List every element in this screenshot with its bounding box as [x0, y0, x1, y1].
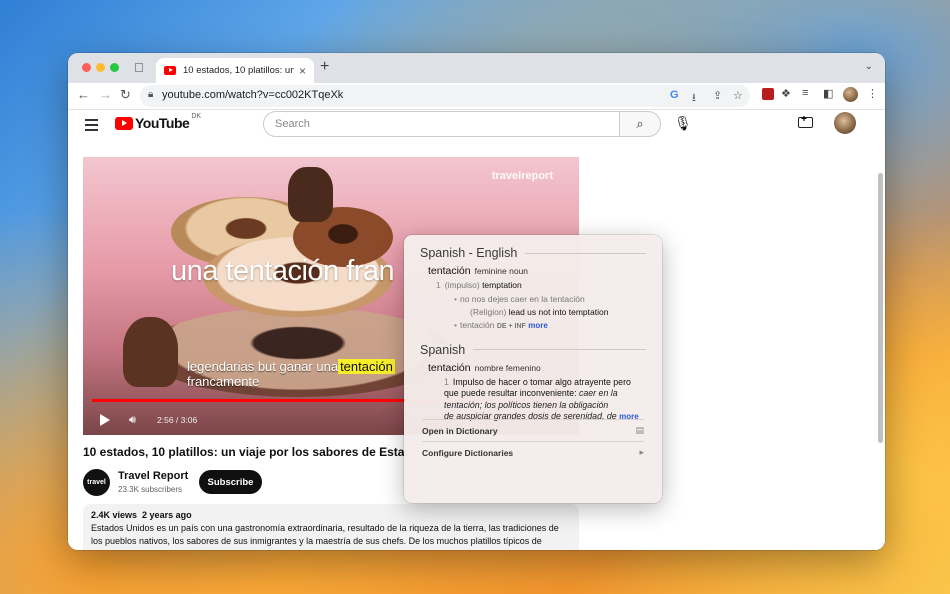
chevron-circle-icon: ▸: [639, 447, 644, 457]
close-window-button[interactable]: [82, 63, 91, 72]
account-avatar[interactable]: [834, 112, 856, 134]
channel-avatar[interactable]: travel: [83, 469, 110, 496]
dictionary-extension-icon[interactable]: [762, 88, 774, 100]
open-in-dictionary-button[interactable]: Open in Dictionary ▤: [422, 419, 644, 441]
reload-icon[interactable]: ↻: [120, 87, 131, 103]
country-code: DK: [191, 112, 202, 120]
video-frame-figure: [288, 167, 333, 222]
tab-title: 10 estados, 10 platillos: un viaje por l…: [183, 65, 294, 76]
bookmark-star-icon[interactable]: ☆: [733, 89, 743, 102]
tab-search-chevron-icon[interactable]: ⌄: [865, 61, 873, 72]
play-icon[interactable]: [100, 414, 110, 426]
more-menu-icon[interactable]: ⋮: [867, 87, 878, 100]
video-title: 10 estados, 10 platillos: un viaje por l…: [83, 445, 408, 459]
apple-pinned-tab-icon[interactable]: : [134, 60, 144, 75]
dictionary-sense: 1 (impulso) temptation: [436, 280, 522, 290]
youtube-favicon-icon: [164, 66, 176, 75]
channel-name[interactable]: Travel Report: [118, 470, 188, 482]
microphone-icon[interactable]: 🎙︎: [674, 115, 692, 132]
install-app-icon[interactable]: ⭳: [692, 89, 696, 108]
dictionary-popover: Spanish - English tentación feminine noun…: [404, 235, 662, 503]
dictionary-example: • tentación DE + INF more: [454, 319, 548, 330]
tab-close-icon[interactable]: ×: [299, 64, 306, 78]
side-panel-icon[interactable]: ◧: [823, 87, 833, 100]
profile-avatar[interactable]: [843, 87, 858, 102]
configure-dictionaries-button[interactable]: Configure Dictionaries ▸: [422, 441, 644, 463]
create-video-icon[interactable]: [798, 114, 813, 128]
subtitle-highlighted-word[interactable]: tentación: [338, 359, 395, 374]
tab-strip:  10 estados, 10 platillos: un viaje por…: [68, 53, 885, 83]
subscribe-button[interactable]: Subscribe: [199, 470, 262, 494]
youtube-play-icon: [115, 116, 133, 130]
more-link[interactable]: more: [528, 321, 548, 330]
url-text[interactable]: youtube.com/watch?v=cc002KTqeXk: [162, 89, 343, 101]
lock-icon[interactable]: 🔒︎: [148, 89, 153, 100]
dictionary-example-translation: (Religion) lead us not into temptation: [470, 306, 609, 317]
back-arrow-icon[interactable]: ←: [77, 87, 90, 102]
subscriber-count: 23.3K subscribers: [118, 485, 183, 494]
video-description[interactable]: 2.4K views 2 years ago Estados Unidos es…: [83, 504, 579, 550]
forward-arrow-icon[interactable]: →: [99, 87, 112, 102]
fullscreen-window-button[interactable]: [110, 63, 119, 72]
search-icon: ⌕: [636, 116, 644, 131]
menu-hamburger-icon[interactable]: [85, 119, 98, 134]
minimize-window-button[interactable]: [96, 63, 105, 72]
dictionary-example: • no nos dejes caer en la tentación: [454, 293, 585, 304]
video-time: 2:56 / 3:06: [157, 415, 198, 425]
tab-youtube[interactable]: 10 estados, 10 platillos: un viaje por l…: [156, 58, 314, 83]
description-text: Estados Unidos es un país con una gastro…: [91, 523, 559, 546]
youtube-logo[interactable]: YouTube DK: [115, 112, 202, 131]
search-button[interactable]: ⌕: [619, 111, 661, 137]
video-subtitle: legendarias but ganar una tentación franc…: [187, 359, 395, 389]
dictionary-definition: 1 Impulso de hacer o tomar algo atrayente…: [444, 376, 639, 422]
new-tab-button[interactable]: +: [320, 58, 329, 76]
browser-toolbar: ← → ↻ 🔒︎ youtube.com/watch?v=cc002KTqeXk…: [68, 83, 885, 110]
volume-icon[interactable]: 🔊︎: [129, 414, 136, 427]
book-icon: ▤: [635, 425, 644, 435]
view-stats: 2.4K views 2 years ago: [91, 510, 192, 520]
search-box[interactable]: [263, 111, 620, 137]
video-watermark: travelreport: [491, 170, 553, 182]
video-frame-figure: [123, 317, 178, 387]
reading-list-icon[interactable]: ≡: [802, 87, 808, 99]
page-scrollbar[interactable]: [878, 173, 883, 443]
share-icon[interactable]: ⇪: [713, 89, 722, 102]
extensions-puzzle-icon[interactable]: ❖: [781, 87, 791, 100]
video-burned-caption: una tentación fran: [171, 255, 395, 287]
dictionary-headword: tentación nombre femenino: [428, 361, 541, 374]
search-input[interactable]: [275, 112, 605, 136]
google-translate-icon[interactable]: G: [670, 89, 679, 101]
address-bar[interactable]: 🔒︎ youtube.com/watch?v=cc002KTqeXk G ⭳ ⇪…: [140, 85, 750, 107]
dictionary-headword: tentación feminine noun: [428, 265, 529, 277]
dictionary-section-title: Spanish - English: [420, 246, 646, 260]
dictionary-section-title: Spanish: [420, 343, 646, 357]
